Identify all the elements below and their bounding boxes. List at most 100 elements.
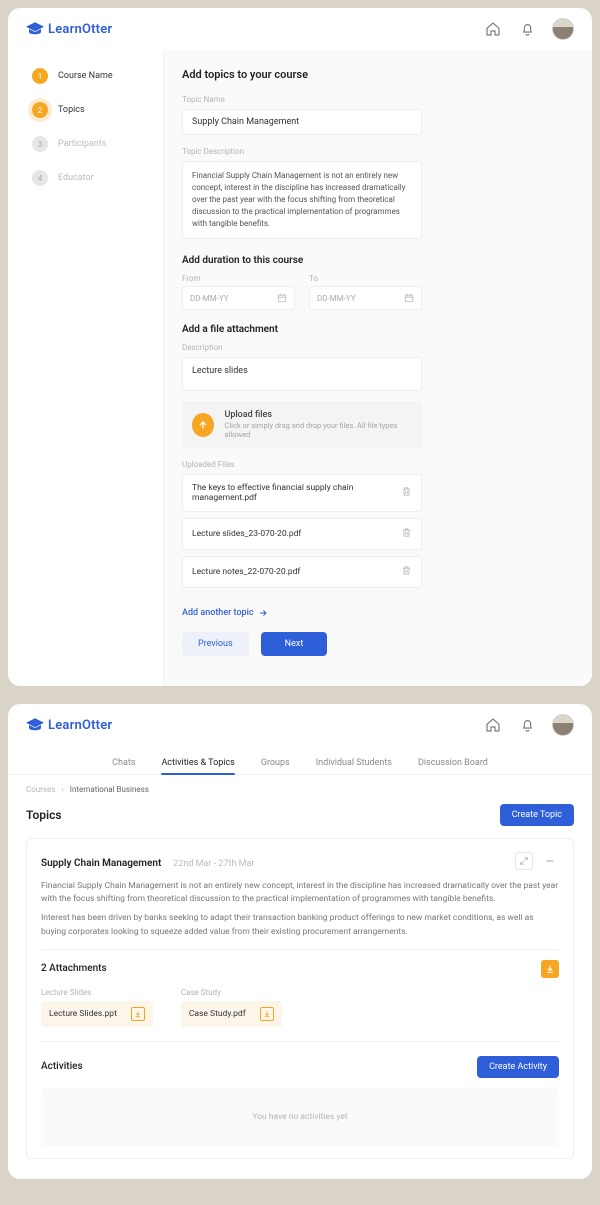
uploaded-files-list: The keys to effective financial supply c… <box>182 474 422 588</box>
top-icon-group <box>484 714 574 736</box>
calendar-icon <box>277 293 287 303</box>
add-another-topic-link[interactable]: Add another topic <box>182 608 268 618</box>
activities-empty-state: You have no activities yet <box>41 1088 559 1146</box>
to-date-input[interactable]: DD-MM-YY <box>309 286 422 310</box>
step-number: 3 <box>32 136 48 152</box>
course-builder-card: LearnOtter 1 Course Name 2 Topics 3 Part… <box>8 8 592 686</box>
step-label: Course Name <box>58 71 113 81</box>
to-date-placeholder: DD-MM-YY <box>317 294 356 303</box>
form-pane: Add topics to your course Topic Name Sup… <box>163 50 592 686</box>
attachment-chip[interactable]: Case Study.pdf <box>181 1001 282 1027</box>
create-activity-button[interactable]: Create Activity <box>477 1056 559 1078</box>
tab-individual-students[interactable]: Individual Students <box>316 752 392 774</box>
step-label: Participants <box>58 139 106 149</box>
crumb-courses[interactable]: Courses <box>26 785 55 794</box>
crumb-current: International Business <box>70 785 149 794</box>
topic-p1: Financial Supply Chain Management is not… <box>41 880 559 906</box>
divider <box>41 949 559 950</box>
next-button[interactable]: Next <box>261 632 328 656</box>
upload-icon <box>192 413 214 437</box>
brand-text: LearnOtter <box>48 718 112 733</box>
step-label: Topics <box>58 105 85 115</box>
download-icon[interactable] <box>131 1007 145 1021</box>
trash-icon[interactable] <box>401 486 412 500</box>
download-all-icon[interactable] <box>541 960 559 978</box>
upload-title: Upload files <box>224 410 412 420</box>
step-topics[interactable]: 2 Topics <box>32 102 163 118</box>
collapse-icon[interactable] <box>541 852 559 870</box>
logo[interactable]: LearnOtter <box>26 22 112 37</box>
avatar[interactable] <box>552 18 574 40</box>
topic-name-input[interactable]: Supply Chain Management <box>182 109 422 135</box>
topbar: LearnOtter <box>8 8 592 50</box>
grad-cap-icon <box>26 718 44 732</box>
label-to: To <box>309 274 422 283</box>
section-duration: Add duration to this course <box>182 255 568 266</box>
step-number: 1 <box>32 68 48 84</box>
label-topic-desc: Topic Description <box>182 147 568 156</box>
topics-page-card: LearnOtter Chats Activities & Topics Gro… <box>8 704 592 1179</box>
uploaded-file: Lecture notes_22-070-20.pdf <box>182 556 422 588</box>
upload-hint: Click or simply drag and drop your files… <box>224 421 412 439</box>
nav-tabs: Chats Activities & Topics Groups Individ… <box>8 746 592 775</box>
logo[interactable]: LearnOtter <box>26 718 112 733</box>
tab-discussion-board[interactable]: Discussion Board <box>418 752 488 774</box>
tab-activities-topics[interactable]: Activities & Topics <box>161 752 234 774</box>
step-label: Educator <box>58 173 94 183</box>
attachment-label: Case Study <box>181 988 282 997</box>
builder-body: 1 Course Name 2 Topics 3 Participants 4 … <box>8 50 592 686</box>
section-attachment: Add a file attachment <box>182 324 568 335</box>
attachment-description-input[interactable]: Lecture slides <box>182 357 422 391</box>
step-sidebar: 1 Course Name 2 Topics 3 Participants 4 … <box>8 50 163 686</box>
from-date-input[interactable]: DD-MM-YY <box>182 286 295 310</box>
divider <box>41 1041 559 1042</box>
trash-icon[interactable] <box>401 565 412 579</box>
topic-title: Supply Chain Management <box>41 858 161 869</box>
step-educator[interactable]: 4 Educator <box>32 170 163 186</box>
file-name: The keys to effective financial supply c… <box>192 483 401 503</box>
tab-chats[interactable]: Chats <box>112 752 135 774</box>
add-topic-label: Add another topic <box>182 608 254 618</box>
file-name: Lecture slides_23-070-20.pdf <box>192 529 301 539</box>
attachment-item: Case Study Case Study.pdf <box>181 988 282 1027</box>
topic-dates: 22nd Mar - 27th Mar <box>173 859 254 869</box>
topic-description-textarea[interactable]: Financial Supply Chain Management is not… <box>182 161 422 239</box>
attachment-item: Lecture Slides Lecture Slides.ppt <box>41 988 153 1027</box>
step-number: 4 <box>32 170 48 186</box>
attachment-chip[interactable]: Lecture Slides.ppt <box>41 1001 153 1027</box>
download-icon[interactable] <box>260 1007 274 1021</box>
expand-icon[interactable] <box>515 852 533 870</box>
step-participants[interactable]: 3 Participants <box>32 136 163 152</box>
home-icon[interactable] <box>484 20 502 38</box>
calendar-icon <box>404 293 414 303</box>
upload-dropzone[interactable]: Upload files Click or simply drag and dr… <box>182 401 422 448</box>
arrow-right-icon <box>258 608 268 618</box>
topic-card: Supply Chain Management 22nd Mar - 27th … <box>26 838 574 1159</box>
step-course-name[interactable]: 1 Course Name <box>32 68 163 84</box>
attachment-label: Lecture Slides <box>41 988 153 997</box>
grad-cap-icon <box>26 22 44 36</box>
previous-button[interactable]: Previous <box>182 632 249 656</box>
form-heading: Add topics to your course <box>182 68 568 81</box>
bell-icon[interactable] <box>518 716 536 734</box>
label-topic-name: Topic Name <box>182 95 568 104</box>
activities-title: Activities <box>41 1061 83 1072</box>
step-number: 2 <box>32 102 48 118</box>
create-topic-button[interactable]: Create Topic <box>500 804 574 826</box>
trash-icon[interactable] <box>401 527 412 541</box>
file-name: Lecture notes_22-070-20.pdf <box>192 567 300 577</box>
uploaded-file: Lecture slides_23-070-20.pdf <box>182 518 422 550</box>
top-icon-group <box>484 18 574 40</box>
from-date-placeholder: DD-MM-YY <box>190 294 229 303</box>
tab-groups[interactable]: Groups <box>261 752 290 774</box>
topbar: LearnOtter <box>8 704 592 746</box>
home-icon[interactable] <box>484 716 502 734</box>
topic-description: Financial Supply Chain Management is not… <box>41 880 559 939</box>
page-title: Topics <box>26 808 62 822</box>
attachment-filename: Case Study.pdf <box>189 1009 246 1019</box>
breadcrumb: Courses › International Business <box>8 775 592 794</box>
label-from: From <box>182 274 295 283</box>
avatar[interactable] <box>552 714 574 736</box>
bell-icon[interactable] <box>518 20 536 38</box>
brand-text: LearnOtter <box>48 22 112 37</box>
